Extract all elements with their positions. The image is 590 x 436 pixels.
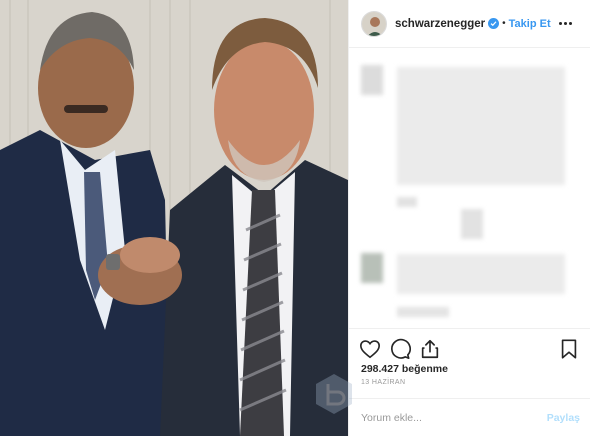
comment-icon[interactable] xyxy=(389,338,411,360)
blurred-text-block xyxy=(397,307,449,317)
username-link[interactable]: schwarzenegger xyxy=(395,18,485,30)
blurred-caption xyxy=(397,67,565,185)
blurred-text-block xyxy=(461,209,483,239)
post-panel: schwarzenegger • Takip Et 298.427 beğenm… xyxy=(348,0,590,436)
post-comment-button[interactable]: Paylaş xyxy=(547,412,580,424)
post-photo[interactable] xyxy=(0,0,348,436)
more-options-icon[interactable] xyxy=(555,18,576,29)
bookmark-icon[interactable] xyxy=(558,338,580,360)
likes-number: 298.427 xyxy=(361,363,399,375)
watermark-logo-icon xyxy=(316,374,352,414)
comment-input[interactable] xyxy=(361,411,547,424)
share-icon[interactable] xyxy=(419,338,441,360)
comments-section xyxy=(349,49,590,327)
comment-box: Paylaş xyxy=(349,398,590,436)
post-date[interactable]: 13 HAZİRAN xyxy=(349,375,590,386)
likes-count[interactable]: 298.427 beğenme xyxy=(349,361,590,375)
blurred-avatar xyxy=(361,253,383,283)
follow-button[interactable]: Takip Et xyxy=(509,18,551,30)
actions-area: 298.427 beğenme 13 HAZİRAN xyxy=(349,328,590,394)
post-header: schwarzenegger • Takip Et xyxy=(349,0,590,48)
blurred-avatar xyxy=(361,65,383,95)
avatar[interactable] xyxy=(361,10,387,37)
heart-icon[interactable] xyxy=(359,338,381,360)
blurred-comment xyxy=(397,254,565,294)
verified-badge-icon xyxy=(488,18,500,29)
action-bar xyxy=(349,329,590,361)
blurred-text-block xyxy=(397,197,417,207)
separator-dot: • xyxy=(502,18,506,29)
likes-word: beğenme xyxy=(401,363,448,375)
